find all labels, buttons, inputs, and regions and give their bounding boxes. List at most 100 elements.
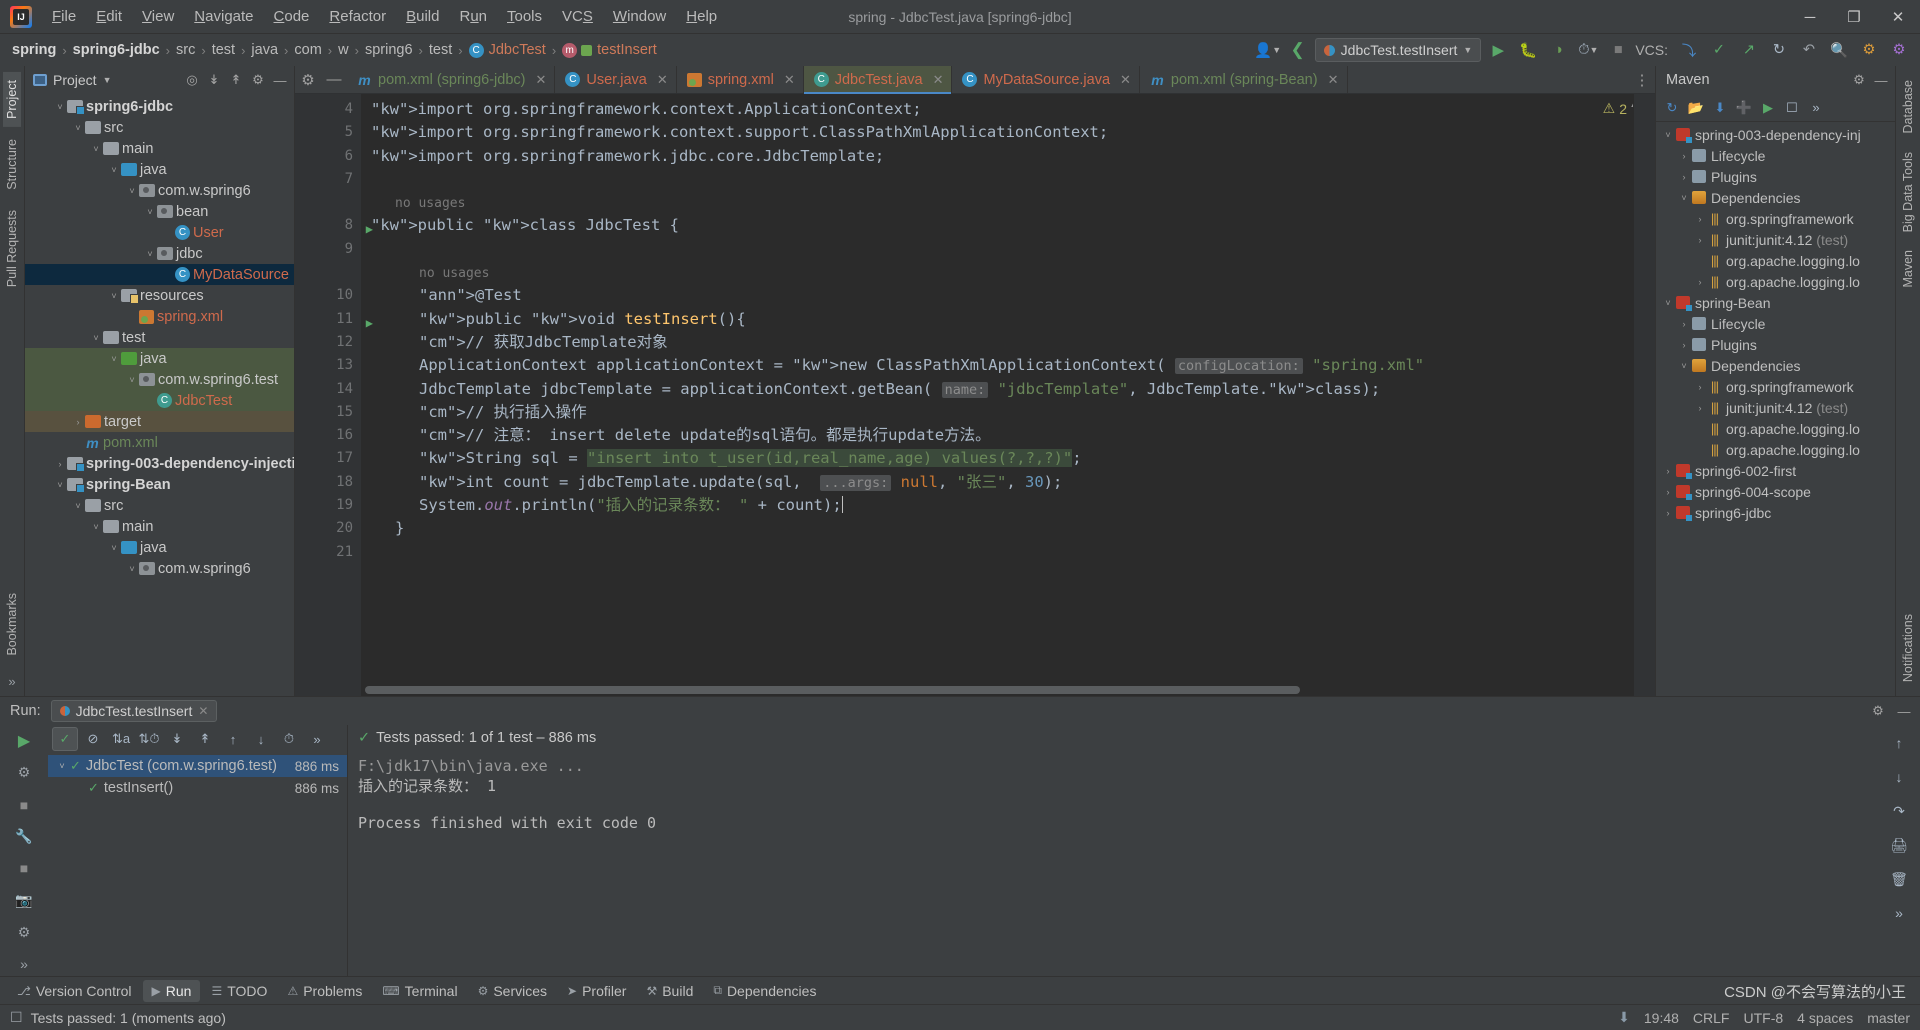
breadcrumb-item[interactable]: com	[294, 42, 321, 58]
hide-editor-icon[interactable]: —	[321, 66, 347, 93]
run-button[interactable]: ▶	[1485, 37, 1511, 63]
tree-expand-arrow[interactable]: ›	[1660, 466, 1676, 476]
code-line[interactable]: "cm">// 注意： insert delete update的sql语句。都…	[361, 424, 1655, 447]
tree-expand-arrow[interactable]: ˅	[125, 186, 139, 196]
prev-failed-icon[interactable]: ↑	[220, 727, 246, 751]
gutter-line[interactable]: 8 ▶	[295, 214, 373, 237]
test-tree-row[interactable]: ˅ ✓ JdbcTest (com.w.spring6.test) 886 ms	[48, 755, 347, 777]
close-icon[interactable]: ✕	[198, 704, 208, 718]
gutter-line[interactable]: 18	[295, 471, 361, 494]
close-icon[interactable]: ✕	[1120, 72, 1131, 88]
tree-expand-arrow[interactable]: ›	[1676, 151, 1692, 161]
tool-strip-run[interactable]: ▶ Run	[142, 979, 201, 1002]
tool-strip-profiler[interactable]: ➤ Profiler	[558, 980, 635, 1002]
gear-icon[interactable]: ⚙	[1868, 701, 1888, 721]
debug-button[interactable]: 🐛	[1515, 37, 1541, 63]
editor-gutter[interactable]: 4 5 6 7 8 ▶ 9 10 11 ▶ 12 13 14 15 16 17 18 19 20 21	[295, 94, 373, 696]
run-tab-jdbctest[interactable]: JdbcTest.testInsert ✕	[50, 700, 218, 722]
breadcrumb-item[interactable]: test	[429, 42, 452, 58]
breadcrumb-item[interactable]: spring	[12, 42, 56, 58]
generate-sources-icon[interactable]: 📂	[1686, 98, 1706, 118]
chevron-down-icon[interactable]: ▼	[103, 75, 112, 85]
code-line[interactable]: "kw">import org.springframework.context.…	[361, 98, 1655, 121]
code-line[interactable]: "cm">// 执行插入操作	[361, 401, 1655, 424]
tree-expand-arrow[interactable]: ˅	[1676, 193, 1692, 203]
menu-navigate[interactable]: Navigate	[184, 4, 263, 29]
gutter-line[interactable]: 7	[295, 168, 361, 191]
tree-expand-arrow[interactable]: ˅	[71, 123, 85, 133]
close-icon[interactable]: ✕	[933, 72, 944, 88]
memory-icon[interactable]: ⬇	[1618, 1009, 1630, 1026]
tree-expand-arrow[interactable]: ˅	[89, 333, 103, 343]
close-icon[interactable]: ✕	[1328, 72, 1339, 88]
breadcrumb-item-method[interactable]: m testInsert	[562, 42, 657, 58]
tree-expand-arrow[interactable]: ˅	[107, 543, 121, 553]
maven-tree-node[interactable]: › ||| junit:junit:4.12 (test)	[1656, 229, 1895, 250]
show-ignored-toggle[interactable]: ⊘	[80, 727, 106, 751]
camera-icon[interactable]: 📷	[11, 888, 37, 912]
code-line[interactable]: no usages	[361, 191, 1655, 214]
menu-edit[interactable]: Edit	[86, 4, 132, 29]
clear-all-icon[interactable]: 🗑	[1887, 867, 1911, 891]
more-test-actions-icon[interactable]: »	[304, 727, 330, 751]
tool-strip-terminal[interactable]: ⌨ Terminal	[373, 980, 466, 1002]
menu-tools[interactable]: Tools	[497, 4, 552, 29]
maven-tree-node[interactable]: ||| org.apache.logging.lo	[1656, 418, 1895, 439]
gutter-line[interactable]: 4	[295, 98, 361, 121]
plugins-icon[interactable]: ⚙	[1856, 37, 1882, 63]
rail-bookmarks[interactable]: Bookmarks	[3, 585, 21, 664]
tree-expand-arrow[interactable]: ˅	[143, 249, 157, 259]
more-rail-icon[interactable]: »	[3, 672, 21, 690]
coverage-button[interactable]: ◑	[1545, 37, 1571, 63]
reload-icon[interactable]: ↻	[1662, 98, 1682, 118]
project-tree-node[interactable]: C User	[25, 222, 294, 243]
project-tree-node[interactable]: ˅ main	[25, 138, 294, 159]
gutter-line[interactable]	[295, 191, 361, 214]
gutter-line[interactable]: 13	[295, 354, 361, 377]
maven-tree-node[interactable]: › spring6-004-scope	[1656, 481, 1895, 502]
close-icon[interactable]: ✕	[657, 72, 668, 88]
tree-expand-arrow[interactable]: ˅	[1676, 361, 1692, 371]
vcs-history-icon[interactable]: ↻	[1766, 37, 1792, 63]
tree-expand-arrow[interactable]: ›	[1660, 508, 1676, 518]
tool-strip-dependencies[interactable]: ⧉ Dependencies	[704, 980, 825, 1002]
more-icon[interactable]: »	[11, 952, 37, 976]
search-icon[interactable]: 🔍	[1826, 37, 1852, 63]
more-tabs-icon[interactable]: ⋮	[1629, 66, 1655, 93]
gutter-line[interactable]: 12	[295, 331, 361, 354]
gutter-line[interactable]: 15	[295, 401, 361, 424]
line-separator[interactable]: CRLF	[1693, 1010, 1730, 1026]
project-tree-node[interactable]: ˅ main	[25, 516, 294, 537]
gutter-line[interactable]: 19	[295, 494, 361, 517]
build-wrench-icon[interactable]: 🔧	[11, 825, 37, 849]
editor-horizontal-scrollbar[interactable]	[365, 686, 1629, 694]
maven-tree-node[interactable]: › ||| org.springframework	[1656, 376, 1895, 397]
tree-expand-arrow[interactable]: ˅	[1660, 298, 1676, 308]
editor-tab[interactable]: m pom.xml (spring-Bean) ✕	[1140, 66, 1348, 93]
tool-strip-build[interactable]: ⚒ Build	[637, 980, 702, 1002]
tree-expand-arrow[interactable]: ›	[1676, 172, 1692, 182]
maven-tree-node[interactable]: › ||| junit:junit:4.12 (test)	[1656, 397, 1895, 418]
rail-pull-requests[interactable]: Pull Requests	[3, 202, 21, 295]
tree-expand-arrow[interactable]: ˅	[125, 564, 139, 574]
gutter-line[interactable]: 5	[295, 121, 361, 144]
tree-expand-arrow[interactable]: ›	[1692, 235, 1708, 245]
project-tree-node[interactable]: ˅ spring6-jdbc	[25, 96, 294, 117]
locate-icon[interactable]: ◎	[182, 70, 202, 90]
next-failed-icon[interactable]: ↓	[248, 727, 274, 751]
vcs-update-icon[interactable]: ⤵	[1676, 37, 1702, 63]
gutter-line[interactable]: 6	[295, 145, 361, 168]
test-tree[interactable]: ˅ ✓ JdbcTest (com.w.spring6.test) 886 ms ✓ te…	[48, 753, 347, 976]
project-tree-node[interactable]: spring.xml	[25, 306, 294, 327]
code-line[interactable]: "cm">// 获取JdbcTemplate对象	[361, 331, 1655, 354]
tool-strip-services[interactable]: ⚙ Services	[469, 980, 556, 1002]
project-tree-node[interactable]: ˅ jdbc	[25, 243, 294, 264]
rerun-button[interactable]: ▶	[11, 729, 37, 753]
hide-panel-icon[interactable]: —	[1894, 701, 1914, 721]
breadcrumb-item[interactable]: spring6-jdbc	[73, 42, 160, 58]
maven-tree-node[interactable]: ˅ Dependencies	[1656, 355, 1895, 376]
user-avatar-icon[interactable]: 👤 ▼	[1254, 37, 1281, 63]
menu-code[interactable]: Code	[264, 4, 320, 29]
project-tree-node[interactable]: ˅ com.w.spring6.test	[25, 369, 294, 390]
gutter-line[interactable]	[295, 261, 361, 284]
